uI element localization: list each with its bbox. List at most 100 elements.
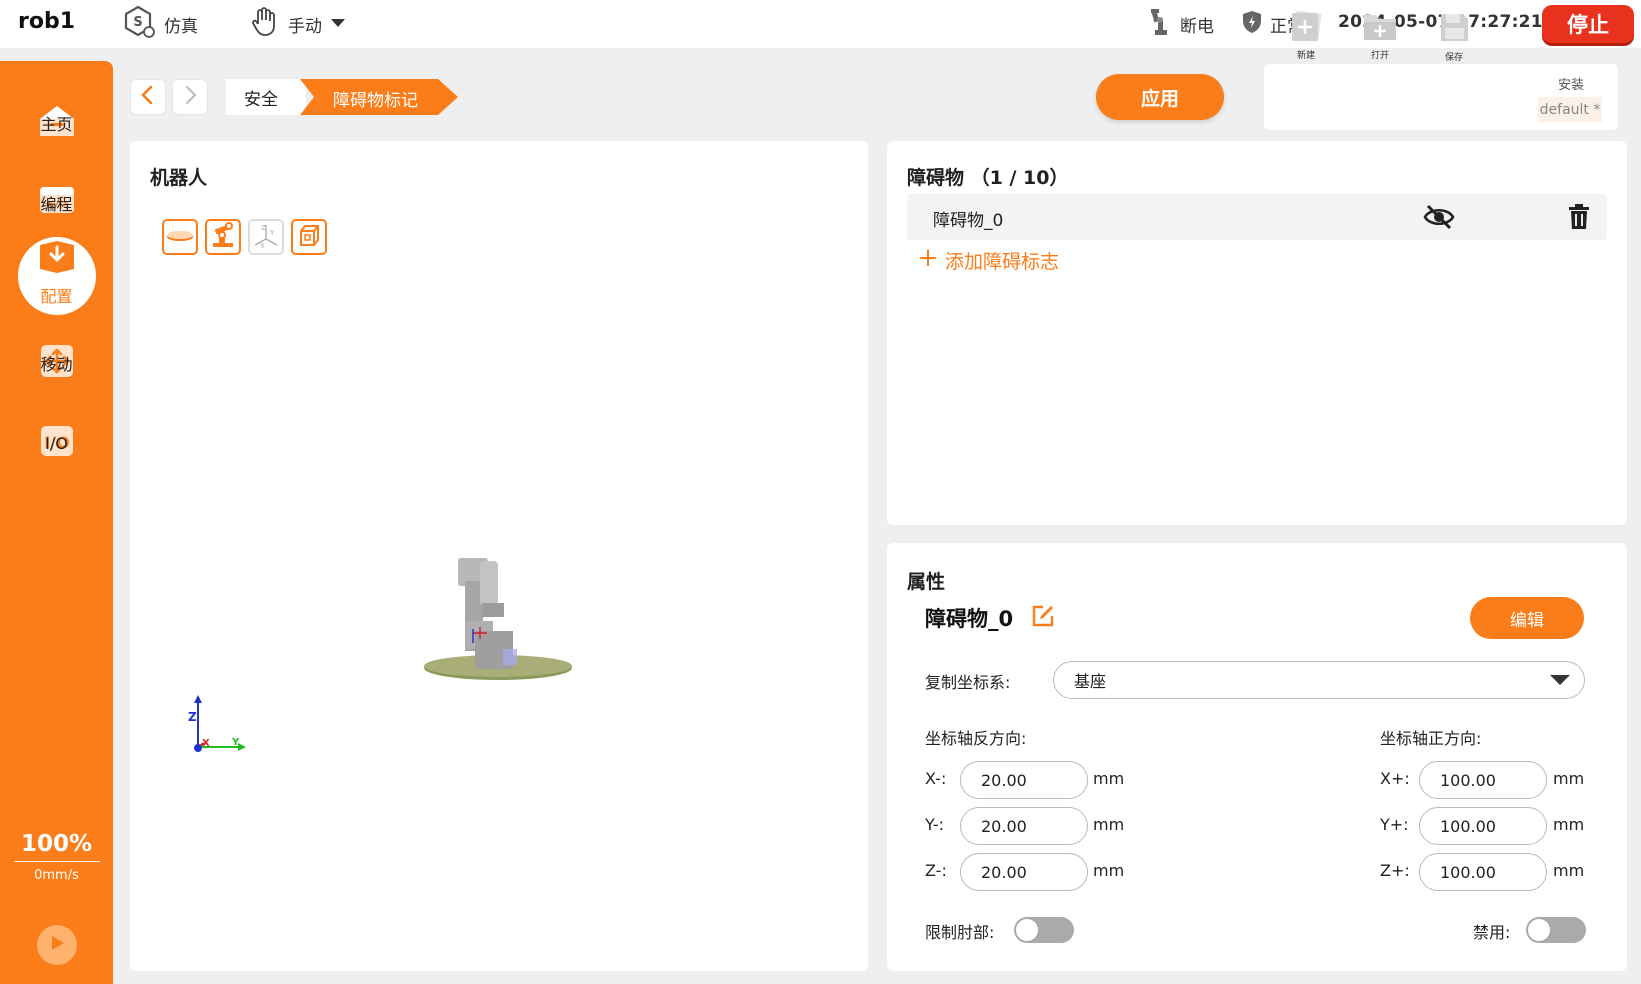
trash-icon[interactable] — [1567, 203, 1591, 235]
speed-mms: 0mm/s — [34, 868, 79, 883]
sidebar-label-config: 配置 — [40, 287, 73, 306]
new-label: 新建 — [1296, 51, 1315, 61]
sidebar-item-home[interactable]: 主页 — [0, 83, 113, 163]
unit-label: mm — [1093, 815, 1125, 834]
install-value[interactable]: default * — [1538, 97, 1602, 122]
mode-dropdown[interactable]: 手动 — [248, 6, 346, 43]
negative-axis-label: 坐标轴反方向: — [925, 729, 1027, 748]
add-obstacle-label: 添加障碍标志 — [945, 251, 1060, 273]
forward-button[interactable] — [172, 79, 208, 115]
axis-gizmo: Z X Y — [188, 695, 246, 752]
save-button[interactable]: 保存 — [1430, 10, 1478, 63]
play-icon — [48, 934, 66, 956]
y-neg-input[interactable] — [960, 807, 1088, 845]
unit-label: mm — [1553, 769, 1585, 788]
robot-name: rob1 — [18, 9, 76, 34]
z-pos-label: Z+: — [1380, 861, 1410, 880]
power-status: 断电 — [1150, 8, 1214, 40]
simulation-label: 仿真 — [164, 16, 198, 37]
axis-x-label: X — [202, 738, 210, 749]
new-button[interactable]: 新建 — [1282, 10, 1330, 61]
edit-name-icon[interactable] — [1031, 604, 1055, 633]
axis-z-label: Z — [188, 710, 197, 724]
properties-panel: 属性 障碍物_0 编辑 复制坐标系: 基座 坐标轴反方向: 坐标轴正方向: X-… — [887, 543, 1627, 971]
unit-label: mm — [1553, 861, 1585, 880]
power-label: 断电 — [1180, 16, 1214, 37]
z-pos-input[interactable] — [1419, 853, 1547, 891]
back-button[interactable] — [130, 79, 166, 115]
sidebar: 主页 </> 编程 配置 移动 I/O I/O 100% 0mm/s — [0, 61, 113, 984]
copy-frame-label: 复制坐标系: — [925, 673, 1011, 692]
limit-elbow-toggle[interactable] — [1014, 917, 1074, 943]
save-icon — [1437, 10, 1471, 47]
speed-indicator[interactable]: 100% 0mm/s — [0, 831, 113, 883]
hand-icon — [248, 6, 280, 43]
sidebar-label-home: 主页 — [40, 115, 73, 134]
disable-toggle[interactable] — [1526, 917, 1586, 943]
apply-button[interactable]: 应用 — [1096, 74, 1224, 120]
x-pos-label: X+: — [1380, 769, 1410, 788]
x-pos-input[interactable] — [1419, 761, 1547, 799]
simulation-icon: S — [124, 5, 156, 44]
limit-elbow-label: 限制肘部: — [925, 923, 995, 942]
x-neg-input[interactable] — [960, 761, 1088, 799]
edit-button[interactable]: 编辑 — [1470, 597, 1584, 639]
obstacle-title: 障碍物_0 — [925, 607, 1014, 631]
z-neg-input[interactable] — [960, 853, 1088, 891]
robot-arm-icon — [1150, 8, 1172, 41]
chevron-right-icon — [182, 85, 198, 109]
y-pos-label: Y+: — [1380, 815, 1409, 834]
breadcrumb-current-label: 障碍物标记 — [333, 91, 418, 111]
chevron-down-icon — [330, 14, 346, 34]
breadcrumb-current: 障碍物标记 — [300, 79, 458, 115]
mode-label: 手动 — [288, 16, 322, 37]
y-pos-input[interactable] — [1419, 807, 1547, 845]
robot-panel: 机器人 ZYX Z X Y — [130, 141, 868, 971]
shield-icon — [1242, 10, 1262, 39]
sidebar-item-program[interactable]: </> 编程 — [0, 163, 113, 243]
robot-3d-view[interactable] — [130, 141, 868, 971]
new-file-icon — [1289, 10, 1323, 45]
copy-frame-value: 基座 — [1074, 672, 1107, 691]
positive-axis-label: 坐标轴正方向: — [1380, 729, 1482, 748]
open-button[interactable]: 打开 — [1356, 10, 1404, 61]
sidebar-item-io[interactable]: I/O I/O — [0, 403, 113, 483]
unit-label: mm — [1553, 815, 1585, 834]
disable-label: 禁用: — [1473, 923, 1511, 942]
config-icon — [38, 239, 76, 277]
speed-percent: 100% — [20, 831, 93, 857]
breadcrumb-safety[interactable]: 安全 — [226, 79, 306, 115]
x-neg-label: X-: — [925, 769, 947, 788]
svg-text:S: S — [133, 15, 142, 30]
chevron-down-icon — [1550, 675, 1570, 685]
obstacle-row[interactable]: 障碍物_0 — [907, 194, 1607, 240]
speed-divider — [13, 861, 100, 862]
y-neg-label: Y-: — [925, 815, 945, 834]
sidebar-item-config[interactable]: 配置 — [0, 233, 113, 315]
z-neg-label: Z-: — [925, 861, 947, 880]
sidebar-label-move: 移动 — [40, 355, 73, 374]
unit-label: mm — [1093, 769, 1125, 788]
folder-open-icon — [1362, 10, 1398, 45]
obstacle-list-title: 障碍物 （1 / 10） — [907, 167, 1069, 189]
install-label: 安装 — [1558, 78, 1585, 93]
axis-y-label: Y — [231, 737, 240, 748]
sidebar-label-io: I/O — [45, 433, 68, 453]
play-button[interactable] — [37, 925, 77, 965]
plus-icon — [919, 249, 937, 272]
obstacle-name: 障碍物_0 — [933, 211, 1004, 231]
save-label: 保存 — [1444, 53, 1463, 63]
property-name-row: 障碍物_0 — [925, 603, 1055, 633]
sidebar-label-program: 编程 — [40, 195, 73, 214]
stop-button[interactable]: 停止 — [1542, 5, 1634, 43]
obstacle-list-panel: 障碍物 （1 / 10） 障碍物_0 添加障碍标志 — [887, 141, 1627, 525]
copy-frame-select[interactable]: 基座 — [1053, 661, 1585, 699]
eye-off-icon[interactable] — [1423, 203, 1455, 235]
unit-label: mm — [1093, 861, 1125, 880]
properties-title: 属性 — [907, 571, 946, 593]
sidebar-item-move[interactable]: 移动 — [0, 323, 113, 403]
add-obstacle-button[interactable]: 添加障碍标志 — [919, 247, 1059, 274]
open-label: 打开 — [1370, 51, 1389, 61]
chevron-left-icon — [140, 85, 156, 109]
simulation-toggle[interactable]: S 仿真 — [124, 5, 198, 40]
